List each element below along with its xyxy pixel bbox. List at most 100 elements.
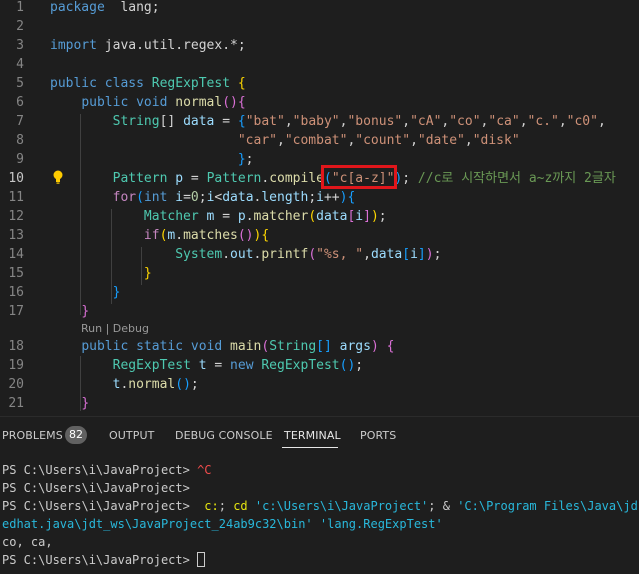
code-token: "%s, "	[316, 247, 364, 262]
terminal-text: PS C:\Users\i\JavaProject>	[2, 553, 198, 567]
code-line: }	[50, 302, 89, 321]
code-token: i	[355, 209, 364, 224]
terminal-line: PS C:\Users\i\JavaProject> ^C	[2, 461, 212, 479]
terminal-text: ;	[218, 499, 234, 513]
tab-output[interactable]: OUTPUT	[109, 429, 154, 442]
tab-terminal[interactable]: TERMINAL	[284, 429, 341, 442]
code-token: args	[339, 339, 371, 354]
code-token: lang;	[120, 0, 160, 15]
code-line: public static void main(String[] args) {	[50, 337, 394, 356]
code-line: for(int i=0;i<data.length;i++){	[50, 188, 356, 207]
terminal-line: PS C:\Users\i\JavaProject> c:; cd 'c:\Us…	[2, 497, 639, 515]
terminal-line: edhat.java\jdt_ws\JavaProject_24ab9c32\b…	[2, 515, 443, 533]
active-tab-indicator	[282, 447, 338, 448]
code-token: "disk"	[472, 133, 520, 148]
code-token: =	[214, 209, 238, 224]
code-token: void	[136, 95, 168, 110]
code-line: public class RegExpTest {	[50, 74, 246, 93]
code-token: main	[230, 339, 262, 354]
code-token: package	[50, 0, 105, 15]
code-line: System.out.printf("%s, ",data[i]);	[50, 245, 441, 264]
code-token: ;	[402, 171, 418, 186]
lightbulb-icon[interactable]	[52, 170, 64, 184]
terminal-text: c:	[204, 499, 219, 513]
code-token: p	[237, 209, 246, 224]
bottom-panel: PROBLEMS 82 OUTPUT DEBUG CONSOLE TERMINA…	[0, 416, 639, 574]
code-token: RegExpTest	[261, 358, 340, 373]
line-number: 1	[16, 0, 24, 15]
code-token: ()	[175, 377, 191, 392]
code-token: ;	[433, 247, 442, 262]
code-token: .	[245, 209, 254, 224]
code-token: int	[143, 190, 168, 205]
terminal-line: co, ca,	[2, 533, 53, 551]
line-number: 7	[16, 114, 24, 129]
line-number: 8	[16, 133, 24, 148]
code-token: .	[261, 171, 270, 186]
code-token: =	[183, 190, 191, 205]
code-token: =	[214, 114, 238, 129]
code-token: ;	[378, 209, 387, 224]
terminal-line: PS C:\Users\i\JavaProject>	[2, 479, 190, 497]
code-token: "c."	[527, 114, 559, 129]
line-number: 9	[16, 152, 24, 167]
code-token: java.util.regex.*;	[96, 38, 246, 53]
line-number: 13	[8, 228, 24, 243]
code-token: }	[81, 396, 90, 411]
code-line: "car","combat","count","date","disk"	[50, 131, 520, 150]
terminal-text: 'c:\Users\i\JavaProject'	[254, 499, 429, 513]
code-token: public	[50, 76, 97, 91]
terminal-text: cd	[233, 499, 248, 513]
terminal-line: PS C:\Users\i\JavaProject>	[2, 551, 206, 569]
code-token: ]	[363, 209, 371, 224]
code-token: "bat"	[245, 114, 285, 129]
code-token: ,	[558, 114, 567, 129]
code-token: {	[386, 339, 395, 354]
code-token: ,	[410, 133, 418, 148]
code-token: String	[269, 339, 317, 354]
code-token: if	[143, 228, 160, 243]
code-token: length	[261, 190, 309, 205]
code-line: RegExpTest t = new RegExpTest();	[50, 356, 364, 375]
code-token: "c0"	[566, 114, 598, 129]
code-token: "co"	[449, 114, 481, 129]
code-token: 0	[190, 190, 199, 205]
codelens-run-debug[interactable]: Run | Debug	[81, 321, 149, 337]
code-token: .	[175, 228, 184, 243]
terminal-text: PS C:\Users\i\JavaProject>	[2, 499, 205, 513]
code-token: (	[308, 247, 317, 262]
code-editor[interactable]: 1 package lang; 2 3 import java.util.regex.*…	[0, 0, 639, 416]
code-token: )	[370, 209, 379, 224]
code-token: {	[261, 228, 270, 243]
code-token: Pattern	[206, 171, 262, 186]
tab-debug-console[interactable]: DEBUG CONSOLE	[175, 429, 273, 442]
tab-ports[interactable]: PORTS	[360, 429, 396, 442]
code-token: out	[230, 247, 254, 262]
code-token: {	[237, 114, 246, 129]
line-number: 5	[16, 76, 24, 91]
code-token: public	[81, 95, 129, 110]
line-number: 15	[8, 266, 24, 281]
code-line: Matcher m = p.matcher(data[i]);	[50, 207, 387, 226]
code-token: {	[237, 76, 246, 91]
tab-problems[interactable]: PROBLEMS	[2, 429, 63, 442]
code-token: data	[316, 209, 348, 224]
code-token: )	[425, 247, 434, 262]
terminal-text: PS C:\Users\i\JavaProject>	[2, 481, 190, 495]
code-token: "cA"	[410, 114, 442, 129]
code-token: "combat"	[284, 133, 348, 148]
code-token: ]	[417, 247, 426, 262]
line-number: 6	[16, 95, 24, 110]
code-token: }	[81, 304, 90, 319]
